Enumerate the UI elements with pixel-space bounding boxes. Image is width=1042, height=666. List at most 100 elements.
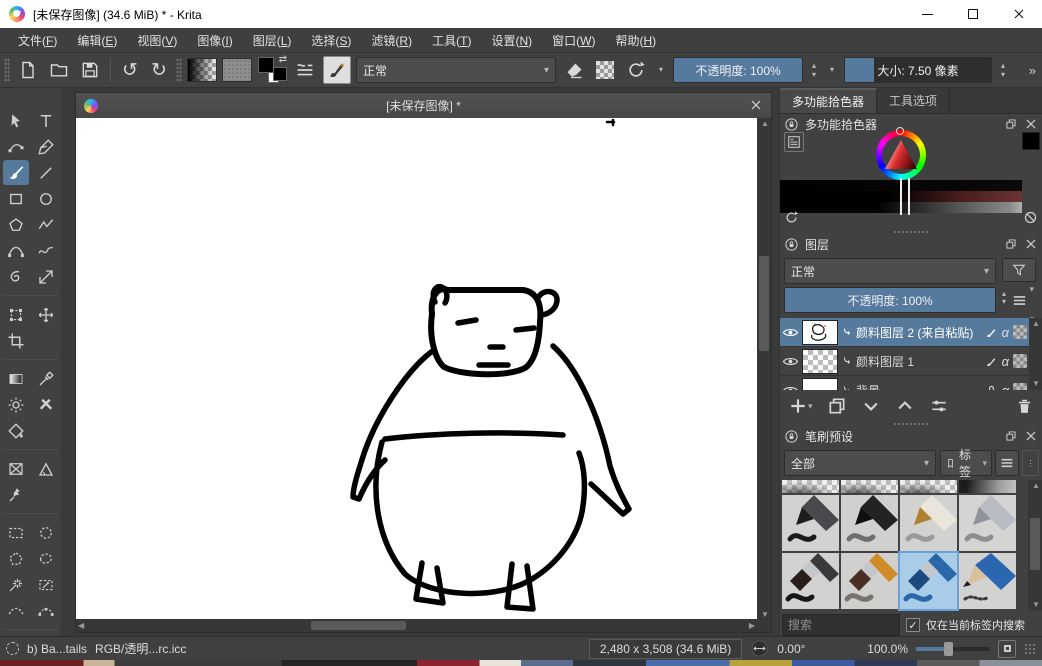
brush-preset-brush[interactable] (900, 553, 957, 609)
layer-thumbnail[interactable] (802, 349, 838, 374)
alpha-lock-icon[interactable]: α (1002, 325, 1009, 340)
menu-item-settings[interactable]: 设置(N) (481, 28, 542, 53)
brush-size-slider[interactable]: 大小: 7.50 像素 (844, 57, 992, 83)
tab-tool-options[interactable]: 工具选项 (877, 88, 950, 113)
tab-advanced-color-selector[interactable]: 多功能拾色器 (780, 88, 877, 113)
shade-marker[interactable] (900, 178, 910, 215)
edit-shapes-tool[interactable] (3, 134, 29, 159)
layer-name[interactable]: 颜料图层 1 (856, 353, 982, 370)
color-selector-settings-button[interactable] (784, 132, 804, 152)
save-button[interactable] (77, 57, 103, 83)
menu-item-window[interactable]: 窗口(W) (542, 28, 605, 53)
layer-row[interactable]: 颜料图层 1α (780, 347, 1029, 376)
status-zoom-value[interactable]: 100.0% (867, 642, 908, 656)
subwindow-close-button[interactable] (747, 96, 765, 114)
status-angle[interactable]: 0.00° (777, 642, 805, 656)
float-docker-icon[interactable] (1004, 117, 1018, 131)
brush-preset-eraser[interactable] (841, 480, 898, 493)
polyline-tool[interactable] (33, 212, 59, 237)
opacity-slider[interactable]: 不透明度: 100% (673, 57, 803, 83)
menu-item-help[interactable]: 帮助(H) (605, 28, 666, 53)
scroll-down-icon[interactable]: ▼ (761, 611, 769, 619)
ellipse-select-tool[interactable] (33, 520, 59, 545)
open-document-button[interactable] (46, 57, 72, 83)
menu-item-file[interactable]: 文件(F) (8, 28, 67, 53)
toolbar-overflow-button[interactable]: » (1029, 63, 1038, 78)
crop-tool[interactable] (3, 328, 29, 353)
brush-preset-smudge[interactable] (959, 480, 1016, 493)
bezier-curve-tool[interactable] (3, 238, 29, 263)
toolbar-grip[interactable] (4, 58, 10, 82)
freehand-brush-tool[interactable] (3, 160, 29, 185)
menu-item-select[interactable]: 选择(S) (301, 28, 361, 53)
float-docker-icon[interactable] (1004, 237, 1018, 251)
similar-select-tool[interactable] (33, 572, 59, 597)
canvas-horizontal-scrollbar[interactable]: ◀ ▶ (76, 619, 759, 632)
foreground-background-colors[interactable]: ⇄ (257, 56, 287, 84)
layer-filter-button[interactable] (1002, 258, 1036, 282)
hscroll-thumb[interactable] (311, 621, 406, 630)
zoom-display-button[interactable] (998, 640, 1016, 658)
scroll-right-icon[interactable]: ▶ (749, 622, 755, 630)
scroll-up-icon[interactable]: ▲ (1032, 482, 1040, 490)
menu-item-filter[interactable]: 滤镜(R) (361, 28, 422, 53)
magnetic-select-tool[interactable] (33, 598, 59, 623)
swap-colors-icon[interactable]: ⇄ (279, 54, 287, 65)
toolbar-grip[interactable] (176, 58, 182, 82)
canvas-vertical-scrollbar[interactable]: ▲ ▼ (757, 118, 771, 621)
add-layer-button[interactable]: ▾ (788, 396, 813, 416)
layer-opacity-slider[interactable]: 不透明度: 100% (784, 287, 996, 313)
close-button[interactable] (996, 0, 1042, 28)
brush-grid-scrollbar[interactable]: ▲ ▼ (1028, 480, 1042, 611)
transform-tool[interactable] (3, 302, 29, 327)
close-docker-icon[interactable] (1024, 429, 1038, 443)
layer-brush-lock-icon[interactable] (985, 355, 998, 368)
menu-item-edit[interactable]: 编辑(E) (67, 28, 127, 53)
brush-preset-brush[interactable] (782, 553, 839, 609)
colorize-mask-tool[interactable] (3, 392, 29, 417)
brush-scroll-thumb[interactable] (1030, 518, 1040, 570)
redo-button[interactable]: ↻ (147, 61, 171, 80)
pattern-edit-tool[interactable] (3, 456, 29, 481)
zoom-slider-thumb[interactable] (944, 642, 953, 656)
move-layer-down-button[interactable] (861, 396, 881, 416)
brush-display-mode-button[interactable]: ⋮ (1022, 450, 1039, 476)
layer-thumbnail[interactable] (802, 378, 838, 391)
ellipse-tool[interactable] (33, 186, 59, 211)
gradient-tool[interactable] (3, 366, 29, 391)
brush-preset-eraser[interactable] (900, 480, 957, 493)
status-color-profile[interactable]: RGB/透明...rc.icc (95, 640, 186, 657)
text-tool[interactable] (33, 108, 59, 133)
layer-options-button[interactable] (1002, 287, 1036, 313)
hue-marker[interactable] (896, 127, 904, 135)
pointer-tool[interactable] (3, 108, 29, 133)
scroll-up-icon[interactable]: ▲ (761, 120, 769, 128)
pattern-chooser-swatch[interactable] (222, 58, 252, 82)
layer-thumbnail[interactable] (802, 320, 838, 345)
menu-item-view[interactable]: 视图(V) (127, 28, 187, 53)
current-color-swatch[interactable] (1022, 132, 1040, 150)
freehand-select-tool[interactable] (33, 546, 59, 571)
blending-mode-combobox[interactable]: 正常 ▾ (356, 57, 556, 83)
duplicate-layer-button[interactable] (827, 396, 847, 416)
brush-preset-pen[interactable] (841, 495, 898, 551)
move-tool[interactable] (33, 302, 59, 327)
move-layer-up-button[interactable] (895, 396, 915, 416)
tag-button[interactable]: 标签 ▾ (940, 450, 992, 476)
rect-select-tool[interactable] (3, 520, 29, 545)
minimize-button[interactable] (904, 0, 950, 28)
canvas[interactable] (76, 118, 759, 621)
layer-blending-mode-combobox[interactable]: 正常 ▾ (784, 258, 996, 284)
menu-item-tools[interactable]: 工具(T) (422, 28, 481, 53)
tag-search-checkbox[interactable]: ✓ (906, 618, 920, 632)
scroll-down-icon[interactable]: ▼ (1032, 601, 1040, 609)
brush-preset-pencil[interactable] (959, 553, 1016, 609)
layer-visibility-eye-icon[interactable] (782, 353, 799, 370)
layer-visibility-eye-icon[interactable] (782, 382, 799, 391)
layer-row[interactable]: 背景α (780, 376, 1029, 390)
scroll-left-icon[interactable]: ◀ (78, 622, 84, 630)
alpha-channel-icon[interactable] (1013, 354, 1027, 368)
no-color-button[interactable] (1023, 210, 1038, 225)
line-tool[interactable] (33, 160, 59, 185)
preserve-alpha-button[interactable] (592, 57, 618, 83)
